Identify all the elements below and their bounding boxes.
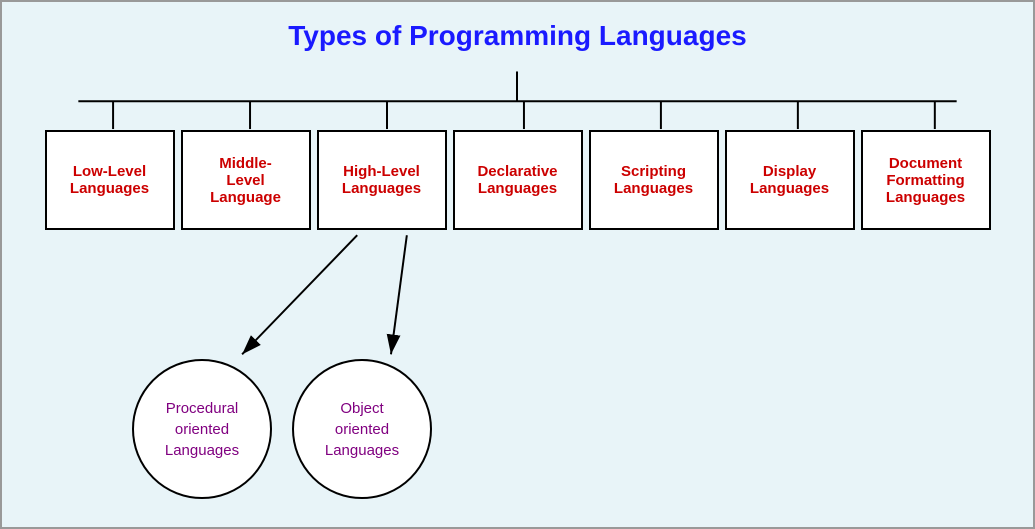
object-oriented-circle: Object oriented Languages bbox=[292, 359, 432, 499]
diagram-title: Types of Programming Languages bbox=[2, 2, 1033, 62]
language-boxes-row: Low-Level Languages Middle- Level Langua… bbox=[2, 130, 1033, 230]
low-level-box: Low-Level Languages bbox=[45, 130, 175, 230]
scripting-box: Scripting Languages bbox=[589, 130, 719, 230]
high-level-box: High-Level Languages bbox=[317, 130, 447, 230]
middle-level-box: Middle- Level Language bbox=[181, 130, 311, 230]
document-formatting-box: Document Formatting Languages bbox=[861, 130, 991, 230]
circles-row: Procedural oriented Languages Object ori… bbox=[132, 359, 432, 499]
procedural-circle: Procedural oriented Languages bbox=[132, 359, 272, 499]
diagram-container: Types of Programming Languages bbox=[0, 0, 1035, 529]
declarative-box: Declarative Languages bbox=[453, 130, 583, 230]
display-box: Display Languages bbox=[725, 130, 855, 230]
